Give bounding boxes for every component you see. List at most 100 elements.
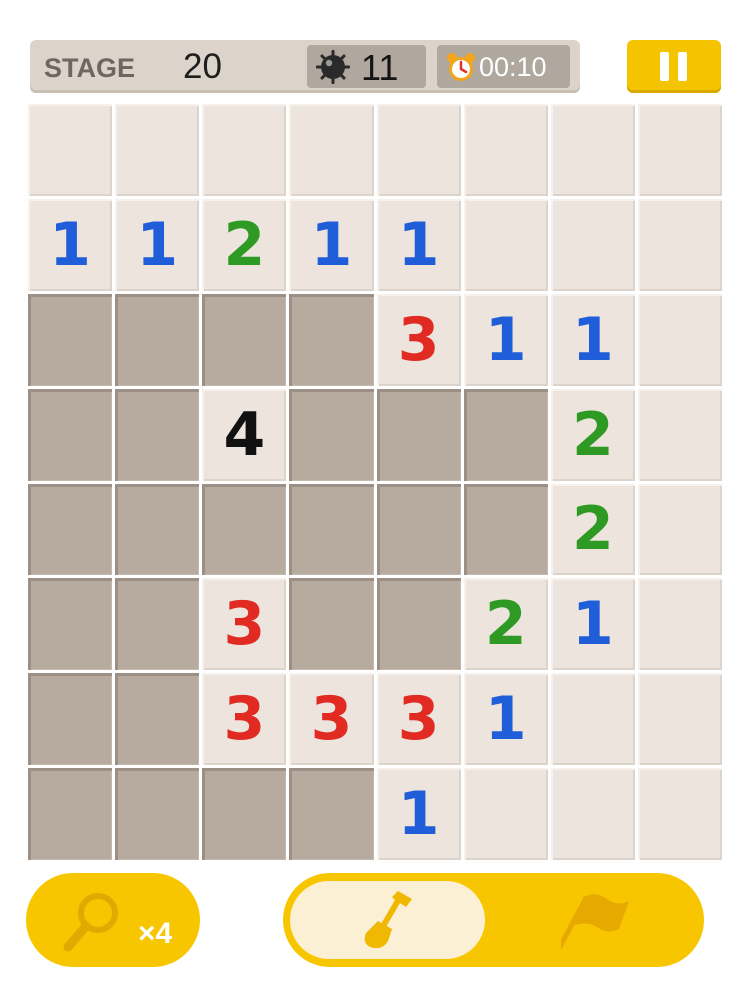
covered-cell[interactable] (289, 578, 374, 671)
covered-cell[interactable] (28, 293, 113, 386)
covered-cell[interactable] (289, 293, 374, 386)
revealed-cell[interactable] (637, 673, 722, 766)
timer: 00:10 (437, 45, 570, 88)
revealed-cell[interactable]: 2 (550, 388, 635, 481)
covered-cell[interactable] (289, 388, 374, 481)
dig-mode-button[interactable] (290, 881, 485, 959)
mine-count-number: 2 (571, 494, 614, 565)
covered-cell[interactable] (289, 768, 374, 860)
covered-cell[interactable] (115, 293, 200, 386)
revealed-cell[interactable] (637, 198, 722, 291)
covered-cell[interactable] (376, 483, 461, 576)
covered-cell[interactable] (28, 483, 113, 576)
mine-count-number: 2 (223, 209, 266, 280)
revealed-cell[interactable] (463, 104, 548, 196)
revealed-cell[interactable] (550, 768, 635, 860)
covered-cell[interactable] (115, 673, 200, 766)
revealed-cell[interactable] (637, 483, 722, 576)
revealed-cell[interactable] (463, 768, 548, 860)
stage-label: STAGE (44, 53, 136, 83)
revealed-cell[interactable]: 2 (550, 483, 635, 576)
mode-toggle (283, 873, 704, 967)
revealed-cell[interactable] (637, 104, 722, 196)
covered-cell[interactable] (115, 768, 200, 860)
revealed-cell[interactable] (550, 673, 635, 766)
revealed-cell[interactable] (463, 198, 548, 291)
pause-button[interactable] (627, 40, 721, 93)
covered-cell[interactable] (376, 578, 461, 671)
covered-cell[interactable] (202, 483, 287, 576)
revealed-cell[interactable] (202, 104, 287, 196)
covered-cell[interactable] (463, 388, 548, 481)
revealed-cell[interactable] (637, 768, 722, 860)
revealed-cell[interactable] (28, 104, 113, 196)
revealed-cell[interactable]: 2 (202, 198, 287, 291)
mine-count-number: 1 (49, 209, 91, 280)
covered-cell[interactable] (28, 768, 113, 860)
mine-count-number: 4 (223, 399, 266, 470)
revealed-cell[interactable] (550, 104, 635, 196)
mine-count-number: 3 (397, 684, 440, 755)
revealed-cell[interactable] (289, 104, 374, 196)
flag-icon[interactable] (561, 891, 631, 953)
revealed-cell[interactable]: 1 (376, 768, 461, 860)
mine-count-number: 3 (310, 684, 353, 755)
hint-button[interactable]: ×4 (26, 873, 200, 967)
revealed-cell[interactable] (637, 388, 722, 481)
revealed-cell[interactable]: 3 (376, 673, 461, 766)
revealed-cell[interactable]: 3 (202, 578, 287, 671)
revealed-cell[interactable]: 1 (289, 198, 374, 291)
mine-count-number: 1 (571, 589, 614, 660)
covered-cell[interactable] (28, 388, 113, 481)
revealed-cell[interactable]: 3 (202, 673, 287, 766)
revealed-cell[interactable] (637, 293, 722, 386)
mine-count-number: 1 (484, 684, 527, 755)
pause-icon (660, 52, 688, 81)
mine-count-number: 1 (397, 779, 440, 850)
stage-number: 20 (183, 47, 222, 86)
covered-cell[interactable] (115, 388, 200, 481)
mine-count-number: 3 (397, 304, 440, 375)
covered-cell[interactable] (376, 388, 461, 481)
magnifier-icon (63, 893, 118, 952)
mine-count-number: 2 (571, 399, 614, 470)
covered-cell[interactable] (463, 483, 548, 576)
revealed-cell[interactable]: 1 (115, 198, 200, 291)
hint-count: ×4 (138, 917, 173, 950)
covered-cell[interactable] (28, 673, 113, 766)
covered-cell[interactable] (28, 578, 113, 671)
covered-cell[interactable] (115, 578, 200, 671)
shovel-icon (364, 891, 412, 949)
mines-remaining: 11 (361, 47, 399, 88)
mine-count-number: 3 (223, 589, 266, 660)
mine-count-number: 2 (484, 589, 527, 660)
covered-cell[interactable] (115, 483, 200, 576)
revealed-cell[interactable] (376, 104, 461, 196)
revealed-cell[interactable]: 4 (202, 388, 287, 481)
mine-count-number: 1 (397, 209, 440, 280)
covered-cell[interactable] (289, 483, 374, 576)
revealed-cell[interactable]: 3 (289, 673, 374, 766)
revealed-cell[interactable]: 1 (550, 293, 635, 386)
revealed-cell[interactable] (115, 104, 200, 196)
mine-icon (316, 50, 350, 84)
revealed-cell[interactable] (550, 198, 635, 291)
mine-count-number: 1 (571, 304, 614, 375)
mine-count-number: 1 (484, 304, 527, 375)
alarm-clock-icon (447, 53, 475, 81)
revealed-cell[interactable]: 1 (376, 198, 461, 291)
revealed-cell[interactable]: 1 (28, 198, 113, 291)
covered-cell[interactable] (202, 768, 287, 860)
covered-cell[interactable] (202, 293, 287, 386)
minefield-board: 1121131142232133311 (26, 102, 724, 862)
revealed-cell[interactable] (637, 578, 722, 671)
revealed-cell[interactable]: 2 (463, 578, 548, 671)
revealed-cell[interactable]: 1 (463, 673, 548, 766)
timer-text: 00:10 (479, 52, 547, 82)
revealed-cell[interactable]: 1 (463, 293, 548, 386)
mine-count-number: 3 (223, 684, 266, 755)
revealed-cell[interactable]: 1 (550, 578, 635, 671)
mine-counter: 11 (307, 45, 426, 88)
mine-count-number: 1 (310, 209, 353, 280)
revealed-cell[interactable]: 3 (376, 293, 461, 386)
